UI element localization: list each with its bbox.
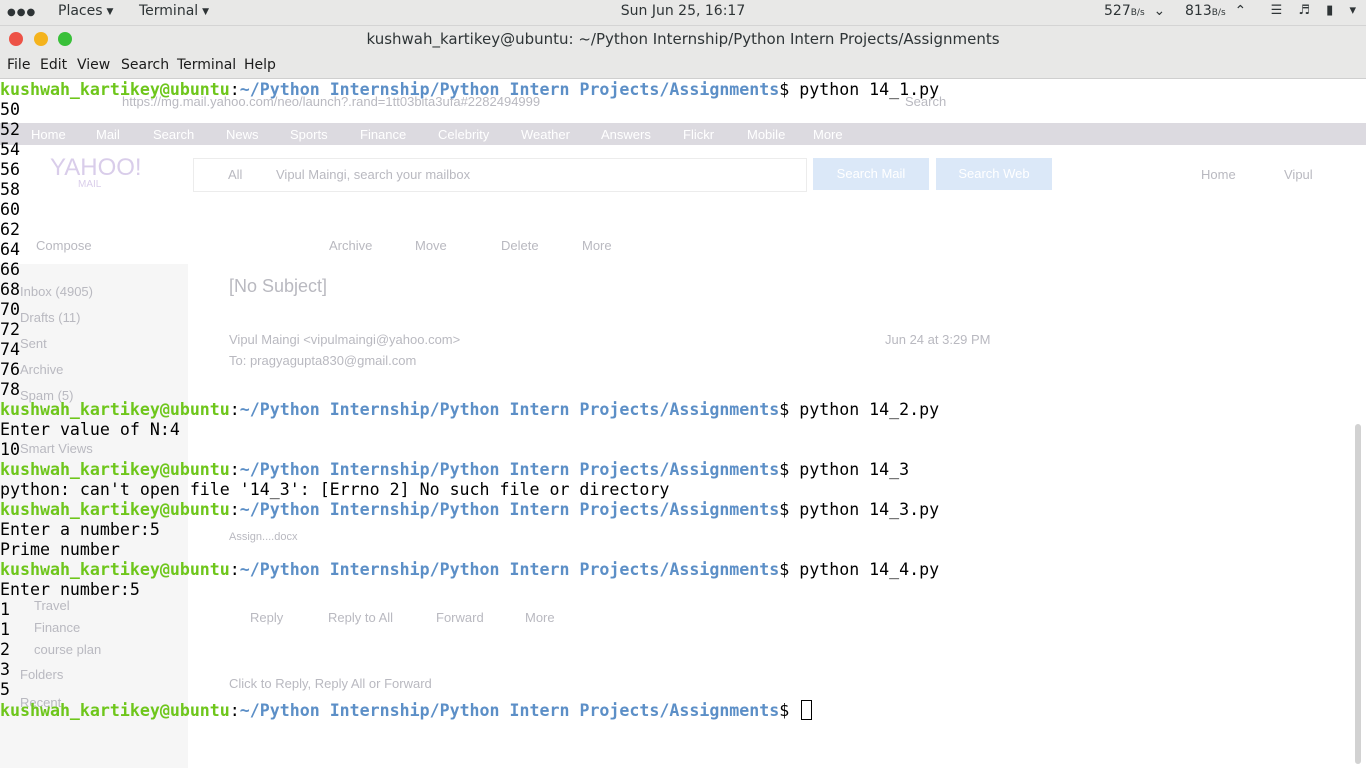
menu-terminal[interactable]: Terminal (177, 57, 236, 73)
terminal-output[interactable]: kushwah_kartikey@ubuntu:~/Python Interns… (0, 80, 1366, 768)
prompt-path: ~/Python Internship/Python Intern Projec… (239, 560, 780, 579)
places-label: Places (58, 3, 103, 19)
net-upload-speed: 813B/s ⌃ (1185, 3, 1246, 19)
command-text: python 14_3.py (799, 500, 940, 519)
output-line: 70 (0, 300, 20, 319)
prompt-line: kushwah_kartikey@ubuntu:~/Python Interns… (0, 80, 940, 99)
battery-icon[interactable]: ▮ (1326, 3, 1333, 18)
volume-icon[interactable]: ♬ (1298, 3, 1310, 18)
prompt-line: kushwah_kartikey@ubuntu:~/Python Interns… (0, 460, 910, 479)
menu-view[interactable]: View (77, 57, 110, 73)
output-line: 76 (0, 360, 20, 379)
command-text: python 14_4.py (799, 560, 940, 579)
menu-edit[interactable]: Edit (40, 57, 67, 73)
prompt-suffix: $ (779, 500, 800, 519)
output-line: Enter value of N:4 (0, 420, 180, 439)
output-line: 10 (0, 440, 20, 459)
terminal-menubar: File Edit View Search Terminal Help (0, 54, 1366, 79)
command-text: python 14_1.py (799, 80, 940, 99)
output-line: 72 (0, 320, 20, 339)
prompt-user: kushwah_kartikey@ubuntu (0, 701, 230, 720)
output-line: 1 (0, 620, 10, 639)
output-line: 1 (0, 600, 10, 619)
window-title: kushwah_kartikey@ubuntu: ~/Python Intern… (366, 30, 1000, 48)
prompt-suffix: $ (779, 80, 800, 99)
chevron-down-icon: ▼ (106, 7, 114, 17)
prompt-path: ~/Python Internship/Python Intern Projec… (239, 400, 780, 419)
prompt-user: kushwah_kartikey@ubuntu (0, 400, 230, 419)
output-line: 68 (0, 280, 20, 299)
terminal-app-menu[interactable]: Terminal ▼ (139, 3, 209, 19)
net-download-speed: 527B/s ⌄ (1104, 3, 1165, 19)
net-unit: B/s (1211, 8, 1226, 18)
net-up-value: 813 (1185, 3, 1212, 19)
prompt-suffix: $ (779, 460, 800, 479)
command-text: python 14_2.py (799, 400, 940, 419)
system-tray[interactable]: ☰ ♬ ▮ ▾ (1259, 3, 1356, 18)
prompt-user: kushwah_kartikey@ubuntu (0, 460, 230, 479)
chevron-down-icon: ▼ (202, 7, 210, 17)
net-down-value: 527 (1104, 3, 1131, 19)
prompt-line: kushwah_kartikey@ubuntu:~/Python Interns… (0, 560, 940, 579)
output-line: 66 (0, 260, 20, 279)
clock[interactable]: Sun Jun 25, 16:17 (621, 3, 745, 19)
prompt-user: kushwah_kartikey@ubuntu (0, 500, 230, 519)
activities-icon[interactable]: ●●● (7, 7, 36, 18)
output-line: 2 (0, 640, 10, 659)
prompt-path: ~/Python Internship/Python Intern Projec… (239, 701, 780, 720)
prompt-line: kushwah_kartikey@ubuntu:~/Python Interns… (0, 400, 940, 419)
menu-help[interactable]: Help (244, 57, 276, 73)
menu-file[interactable]: File (7, 57, 30, 73)
arrow-up-icon: ⌃ (1234, 3, 1247, 19)
terminal-app-label: Terminal (139, 3, 199, 19)
output-line: 54 (0, 140, 20, 159)
power-menu-icon[interactable]: ▾ (1349, 3, 1356, 18)
command-text: python 14_3 (799, 460, 910, 479)
window-titlebar[interactable]: kushwah_kartikey@ubuntu: ~/Python Intern… (0, 26, 1366, 54)
prompt-suffix: $ (779, 560, 800, 579)
prompt-suffix: $ (779, 400, 800, 419)
prompt-line: kushwah_kartikey@ubuntu:~/Python Interns… (0, 700, 1366, 720)
arrow-down-icon: ⌄ (1153, 3, 1166, 19)
output-line: 50 (0, 100, 20, 119)
menu-search[interactable]: Search (121, 57, 169, 73)
prompt-path: ~/Python Internship/Python Intern Projec… (239, 500, 780, 519)
output-line: 78 (0, 380, 20, 399)
output-line: 56 (0, 160, 20, 179)
prompt-suffix: $ (779, 701, 800, 720)
top-panel: ●●● Places ▼ Terminal ▼ Sun Jun 25, 16:17 … (0, 0, 1366, 26)
output-line: 5 (0, 680, 10, 699)
wifi-icon[interactable]: ☰ (1271, 3, 1283, 18)
prompt-user: kushwah_kartikey@ubuntu (0, 560, 230, 579)
output-line: 58 (0, 180, 20, 199)
output-line: 3 (0, 660, 10, 679)
error-line: python: can't open file '14_3': [Errno 2… (0, 480, 670, 499)
terminal-cursor[interactable] (801, 700, 813, 720)
output-line: Enter a number:5 (0, 520, 160, 539)
output-line: 52 (0, 120, 20, 139)
output-line: Enter number:5 (0, 580, 140, 599)
output-line: 62 (0, 220, 20, 239)
net-unit: B/s (1130, 8, 1145, 18)
prompt-path: ~/Python Internship/Python Intern Projec… (239, 460, 780, 479)
output-line: 60 (0, 200, 20, 219)
places-menu[interactable]: Places ▼ (58, 3, 113, 19)
prompt-line: kushwah_kartikey@ubuntu:~/Python Interns… (0, 500, 940, 519)
output-line: Prime number (0, 540, 120, 559)
prompt-path: ~/Python Internship/Python Intern Projec… (239, 80, 780, 99)
output-line: 64 (0, 240, 20, 259)
prompt-user: kushwah_kartikey@ubuntu (0, 80, 230, 99)
output-line: 74 (0, 340, 20, 359)
